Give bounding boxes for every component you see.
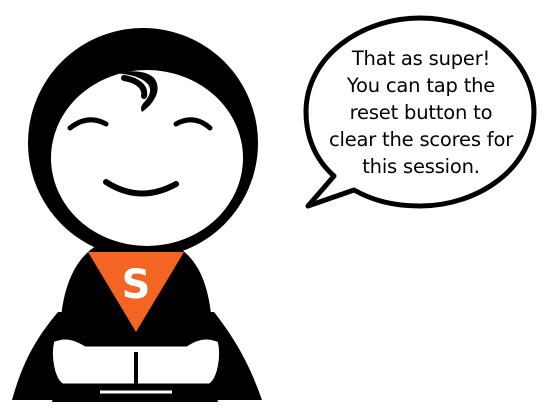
speech-bubble-line: You can tap the — [346, 73, 496, 97]
speech-bubble-line: reset button to — [349, 100, 493, 124]
speech-bubble-line: this session. — [362, 154, 480, 178]
speech-bubble-text: That as super! You can tap the reset but… — [318, 34, 524, 190]
tutorial-scene: S That as super! You can tap the reset b… — [0, 0, 551, 412]
mascot-feet — [52, 386, 218, 402]
speech-bubble-line: That as super! — [351, 46, 491, 70]
mascot-face — [51, 70, 243, 246]
mascot-emblem-letter: S — [122, 262, 151, 308]
speech-bubble-line: clear the scores for — [328, 127, 514, 151]
